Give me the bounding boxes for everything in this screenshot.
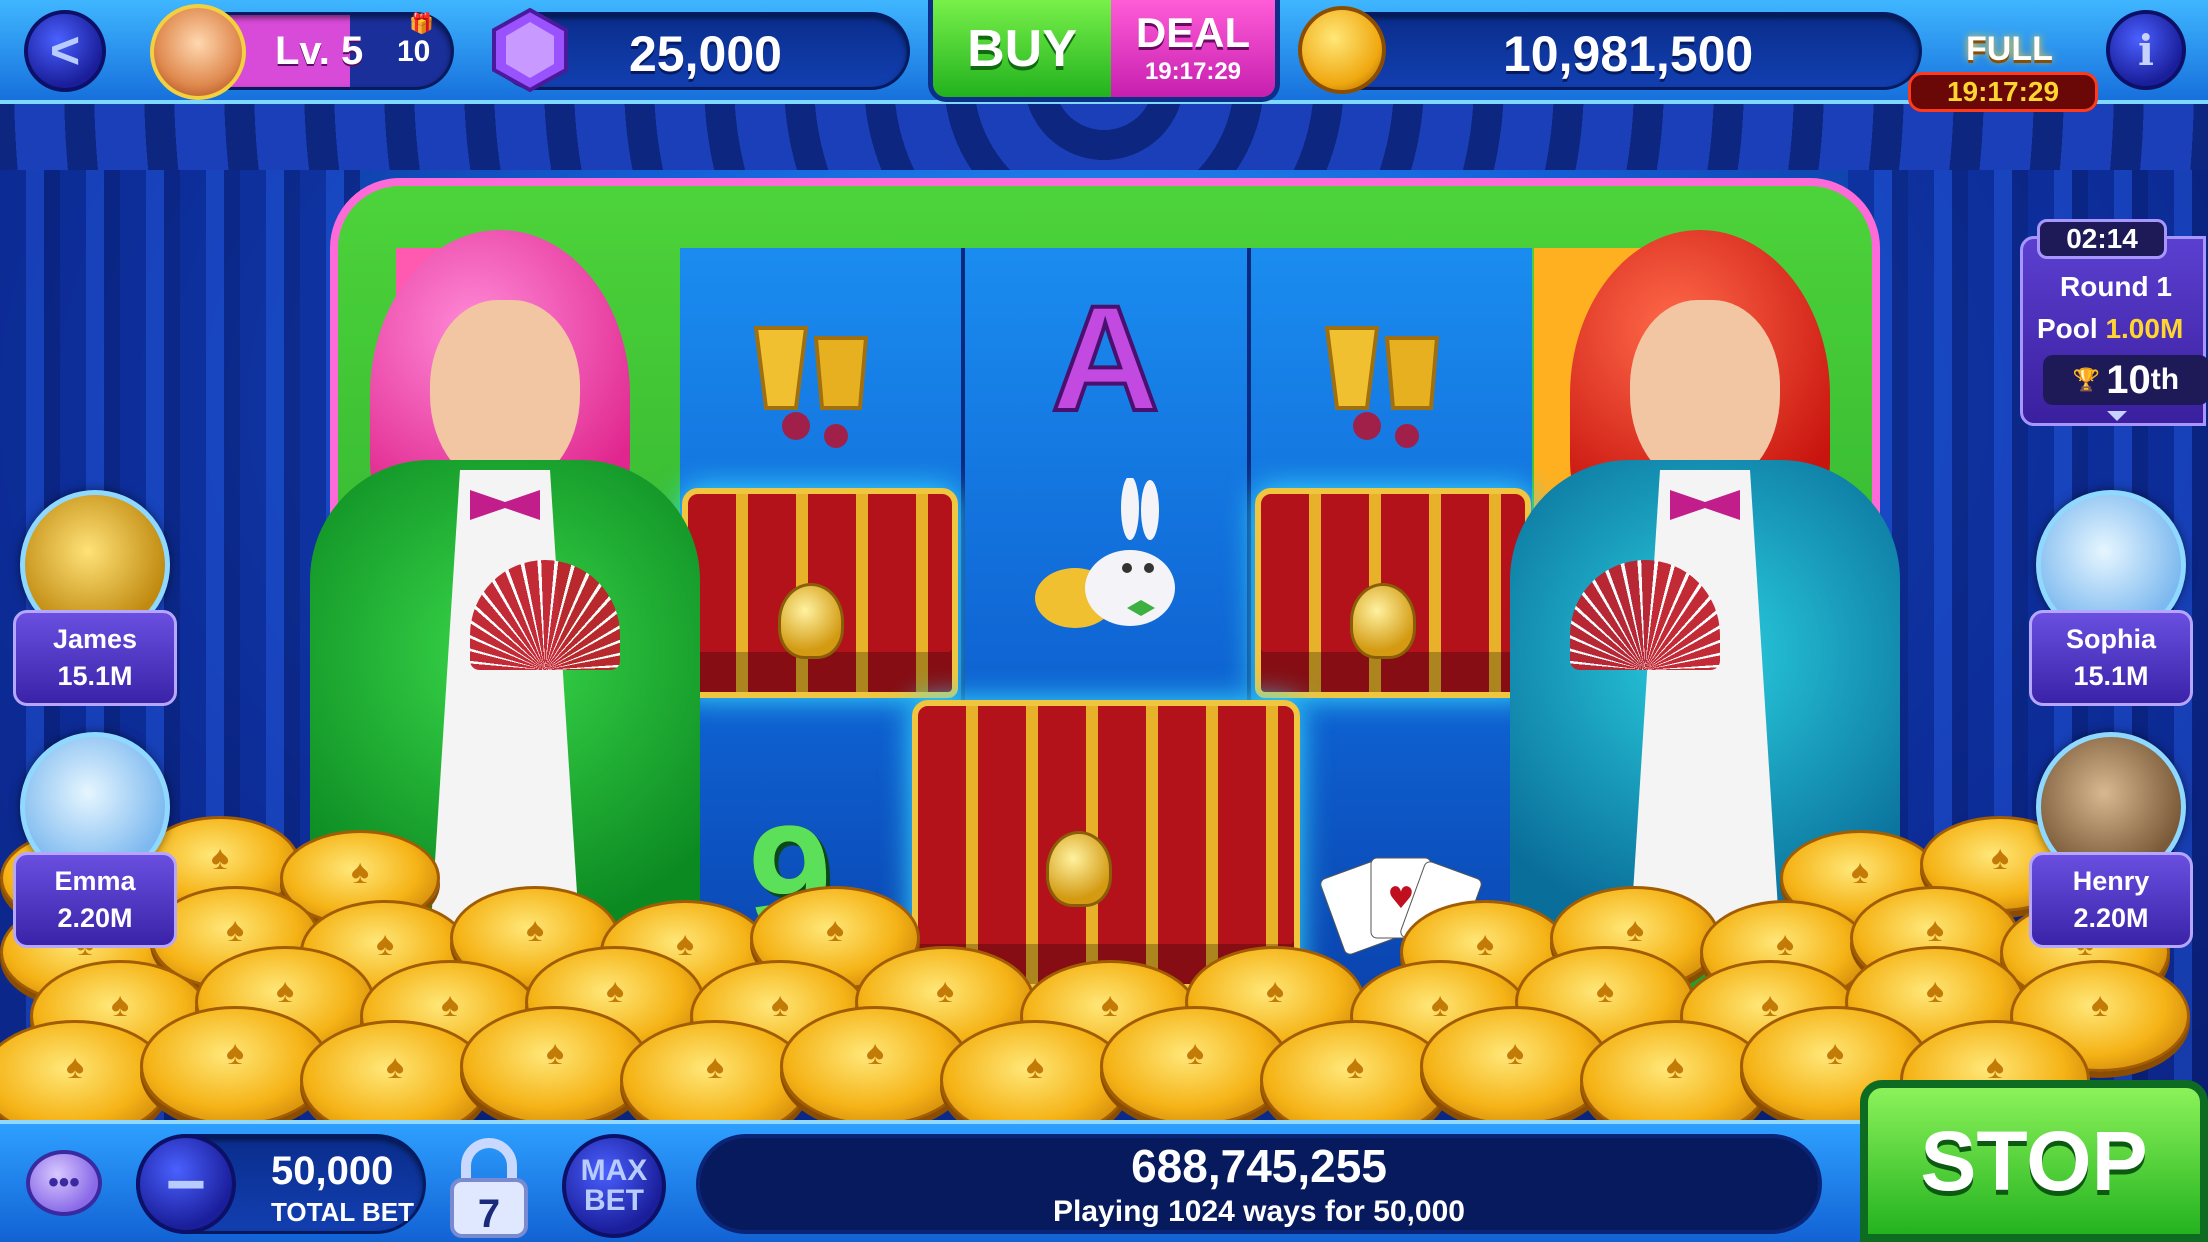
deal-label: DEAL	[1135, 8, 1251, 56]
svg-text:♥: ♥	[1387, 881, 1414, 916]
max-bet-button[interactable]: MAX BET	[562, 1134, 666, 1238]
cups-and-balls-symbol-2	[1297, 308, 1487, 448]
back-arrow-icon: <	[49, 22, 81, 80]
coins-amount: 10,981,500	[1503, 26, 1754, 82]
rank-suffix: th	[2150, 363, 2180, 396]
deal-button[interactable]: DEAL 19:17:29	[1111, 0, 1275, 97]
info-icon: i	[2138, 25, 2154, 75]
stop-button[interactable]: STOP	[1860, 1080, 2208, 1242]
chat-icon[interactable]: •••	[26, 1150, 102, 1216]
max-bet-line1: MAX	[580, 1154, 648, 1187]
level-label: Lv. 5	[275, 29, 364, 73]
rank-box: 🏆 10 th	[2043, 355, 2208, 405]
coin-icon	[1298, 6, 1386, 94]
buy-deal-panel: BUY DEAL 19:17:29	[928, 0, 1280, 102]
player-emma[interactable]: Emma 2.20M	[10, 732, 180, 948]
player-score: 15.1M	[57, 661, 133, 691]
tournament-panel[interactable]: 02:14 Round 1 Pool 1.00M 🏆 10 th	[2020, 219, 2208, 426]
level-gift-count: 10	[397, 35, 431, 68]
lock-number: 7	[477, 1192, 501, 1236]
player-name: Sophia	[2065, 624, 2156, 654]
player-avatar[interactable]	[150, 4, 246, 100]
tournament-timer: 02:14	[2066, 223, 2138, 254]
decrease-bet-button[interactable]: −	[136, 1134, 236, 1234]
rank-number: 10	[2106, 357, 2151, 402]
win-amount: 688,745,255	[1131, 1140, 1387, 1192]
cups-and-balls-symbol	[726, 308, 916, 448]
total-bet-amount: 50,000	[271, 1149, 394, 1193]
player-name: James	[52, 624, 138, 654]
coins-bar[interactable]: 10,981,500	[1310, 12, 1922, 90]
full-label: FULL	[1966, 30, 2053, 68]
ways-text: Playing 1024 ways for 50,000	[1053, 1195, 1465, 1228]
full-timer: 19:17:29	[1946, 76, 2060, 107]
back-button[interactable]: <	[24, 10, 106, 92]
player-sophia[interactable]: Sophia 15.1M	[2026, 490, 2196, 706]
player-name: Emma	[54, 866, 136, 896]
player-james[interactable]: James 15.1M	[10, 490, 180, 706]
pool-label: Pool	[2037, 313, 2098, 344]
big-treasure-chest-symbol	[912, 700, 1300, 990]
stage-valance	[0, 100, 2208, 170]
player-henry[interactable]: Henry 2.20M	[2026, 732, 2196, 948]
ace-symbol: A	[1049, 272, 1161, 444]
deal-timer: 19:17:29	[1144, 57, 1242, 85]
buy-button[interactable]: BUY	[933, 0, 1111, 97]
total-bet-label: TOTAL BET	[271, 1197, 414, 1227]
player-score: 15.1M	[2073, 661, 2149, 691]
max-bet-line2: BET	[584, 1184, 644, 1217]
gem-icon	[486, 6, 574, 94]
pool-value: 1.00M	[2105, 313, 2184, 344]
player-score: 2.20M	[57, 903, 133, 933]
win-display: 688,745,255 Playing 1024 ways for 50,000	[696, 1134, 1822, 1234]
bet-lock[interactable]: 7	[444, 1138, 534, 1238]
chevron-down-icon[interactable]	[2107, 411, 2127, 421]
info-button[interactable]: i	[2106, 10, 2186, 90]
gems-amount: 25,000	[629, 26, 782, 82]
rabbit-symbol	[1015, 478, 1215, 648]
gift-icon: 🎁	[409, 13, 434, 35]
tournament-round: Round 1	[2060, 271, 2172, 302]
full-bonus[interactable]: FULL 19:17:29	[1908, 24, 2098, 114]
trophy-icon: 🏆	[2072, 367, 2101, 392]
player-score: 2.20M	[2073, 903, 2149, 933]
minus-icon: −	[165, 1145, 207, 1223]
player-name: Henry	[2072, 866, 2150, 896]
